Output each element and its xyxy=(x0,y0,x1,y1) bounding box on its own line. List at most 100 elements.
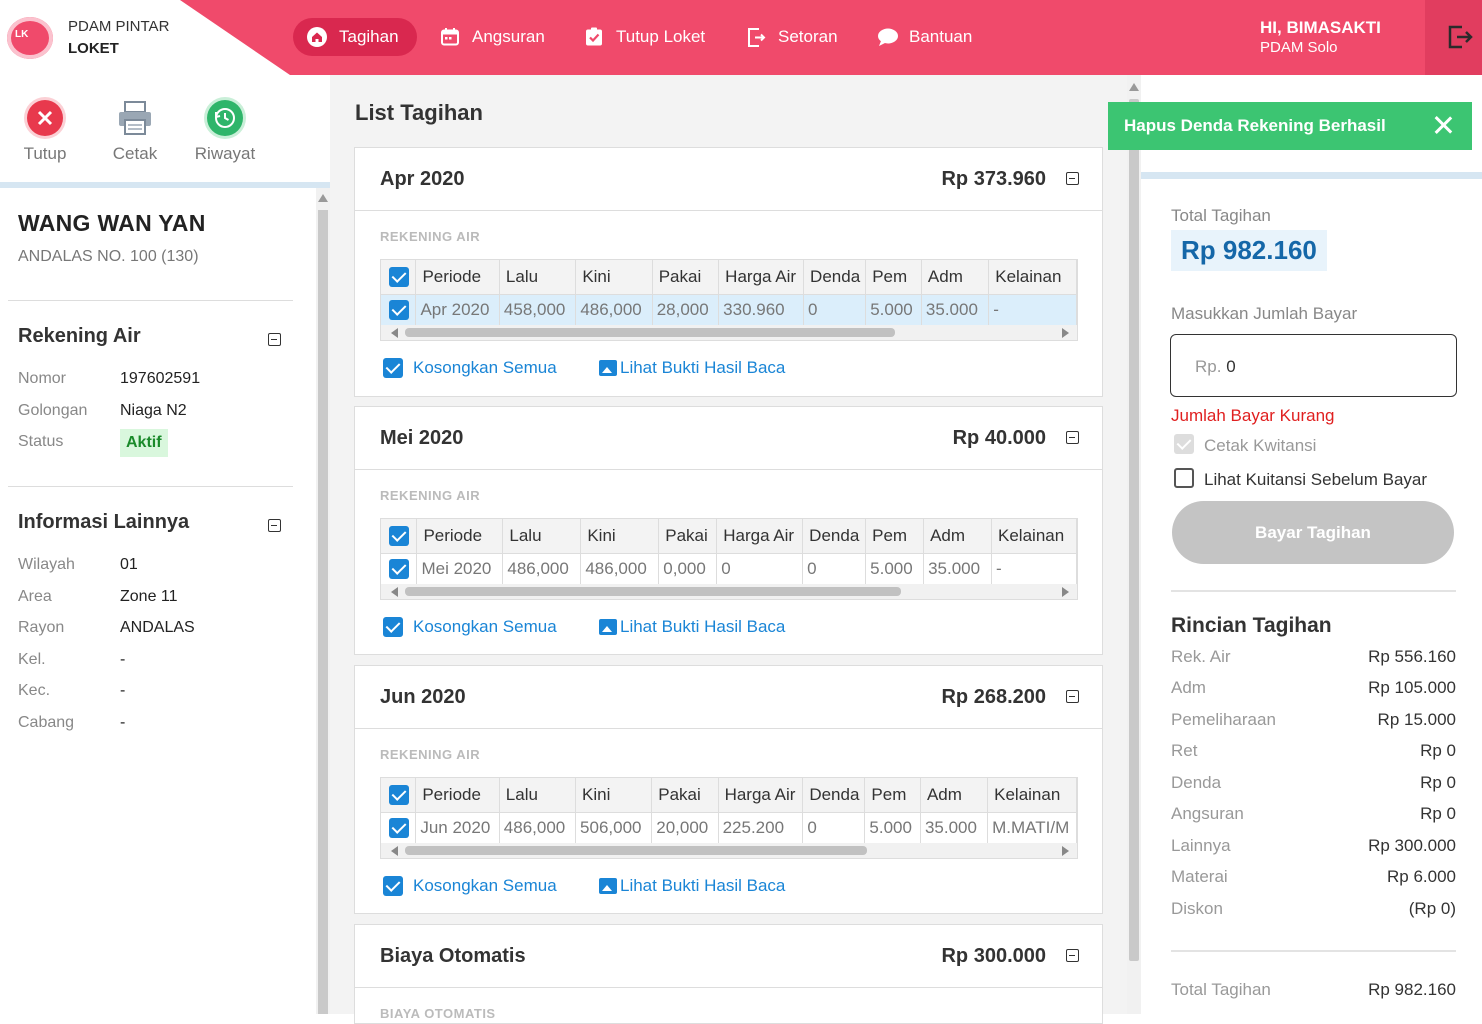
view-proof-link[interactable]: Lihat Bukti Hasil Baca xyxy=(599,358,785,378)
col-pem: Pem xyxy=(864,778,921,813)
label-area: Area xyxy=(18,588,52,605)
cell-periode: Apr 2020 xyxy=(415,294,500,325)
label-nomor: Nomor xyxy=(18,370,67,387)
row-checkbox[interactable] xyxy=(381,812,417,843)
table-row[interactable]: Mei 2020 486,000 486,000 0,000 0 0 5.000… xyxy=(381,553,1077,584)
col-pem: Pem xyxy=(865,260,922,295)
view-proof-label: Lihat Bukti Hasil Baca xyxy=(620,617,786,636)
view-proof-link[interactable]: Lihat Bukti Hasil Baca xyxy=(599,617,785,637)
bill-card-mei-2020: Mei 2020 Rp 40.000 REKENING AIR Periode … xyxy=(354,406,1103,655)
detail-label-denda: Denda xyxy=(1171,773,1222,792)
logout-button[interactable] xyxy=(1425,0,1482,75)
cell-denda: 0 xyxy=(803,294,867,325)
cell-periode: Mei 2020 xyxy=(416,553,504,584)
col-kini: Kini xyxy=(575,778,653,813)
total-amount: Rp 982.160 xyxy=(1171,230,1327,271)
cell-adm: 35.000 xyxy=(921,294,990,325)
clear-all-checkbox[interactable]: Kosongkan Semua xyxy=(383,876,557,896)
pay-amount-input[interactable]: Rp. 0 xyxy=(1170,334,1457,397)
table-hscrollbar[interactable] xyxy=(381,843,1077,858)
tab-bantuan[interactable]: Bantuan xyxy=(877,18,972,56)
clear-all-checkbox[interactable]: Kosongkan Semua xyxy=(383,358,557,378)
main-scroll-thumb[interactable] xyxy=(1129,99,1139,961)
print-button[interactable]: Cetak xyxy=(108,100,162,164)
table-hscrollbar[interactable] xyxy=(381,584,1077,599)
table-hscrollbar[interactable] xyxy=(381,325,1077,340)
label-rayon: Rayon xyxy=(18,619,65,636)
print-receipt-checkbox[interactable] xyxy=(1174,434,1194,454)
detail-label-lainnya: Lainnya xyxy=(1171,836,1231,855)
section-sublabel: REKENING AIR xyxy=(380,747,481,762)
row-checkbox[interactable] xyxy=(381,294,417,325)
tab-tagihan[interactable]: Tagihan xyxy=(293,18,417,56)
col-harga-air: Harga Air xyxy=(718,260,805,295)
divider xyxy=(1171,950,1456,952)
col-adm: Adm xyxy=(921,260,990,295)
bill-period: Jun 2020 xyxy=(380,686,466,708)
page-title: List Tagihan xyxy=(355,100,483,125)
divider xyxy=(1171,590,1456,592)
collapse-card-icon[interactable] xyxy=(1066,431,1079,444)
scroll-up-arrow[interactable] xyxy=(1129,83,1139,91)
cell-pem: 5.000 xyxy=(864,812,921,843)
clear-all-label: Kosongkan Semua xyxy=(413,358,557,377)
label-cabang: Cabang xyxy=(18,714,75,731)
col-kini: Kini xyxy=(580,519,660,554)
divider xyxy=(8,300,293,301)
pay-bill-button[interactable]: Bayar Tagihan xyxy=(1172,501,1454,564)
history-button[interactable]: Riwayat xyxy=(194,100,256,164)
scroll-up-arrow[interactable] xyxy=(318,194,328,202)
close-label: Tutup xyxy=(23,144,67,163)
cell-lalu: 458,000 xyxy=(499,294,577,325)
bill-table: Periode Lalu Kini Pakai Harga Air Denda … xyxy=(380,259,1078,341)
clear-all-checkbox[interactable]: Kosongkan Semua xyxy=(383,617,557,637)
logo-text: LK xyxy=(15,29,29,40)
value-cabang: - xyxy=(120,714,126,731)
table-row[interactable]: Jun 2020 486,000 506,000 20,000 225.200 … xyxy=(381,812,1077,843)
details-title: Rincian Tagihan xyxy=(1171,614,1332,637)
bill-period: Biaya Otomatis xyxy=(380,945,526,967)
row-checkbox[interactable] xyxy=(381,553,418,584)
label-golongan: Golongan xyxy=(18,402,88,419)
select-all-checkbox[interactable] xyxy=(381,778,417,813)
tab-setoran[interactable]: Setoran xyxy=(746,18,838,56)
main-scrollbar[interactable] xyxy=(1127,75,1141,1014)
home-icon xyxy=(307,27,327,47)
view-proof-label: Lihat Bukti Hasil Baca xyxy=(620,876,786,895)
bill-card-header: Apr 2020 Rp 373.960 xyxy=(355,148,1102,211)
sidebar-scroll-thumb[interactable] xyxy=(318,210,328,1014)
collapse-rekening-air-icon[interactable] xyxy=(268,333,281,346)
logout-icon xyxy=(1447,24,1473,55)
value-kel: - xyxy=(120,651,126,668)
select-all-checkbox[interactable] xyxy=(381,519,418,554)
cell-pem: 5.000 xyxy=(865,553,925,584)
close-button[interactable]: Tutup xyxy=(18,100,72,164)
collapse-card-icon[interactable] xyxy=(1066,949,1079,962)
select-all-checkbox[interactable] xyxy=(381,260,417,295)
bill-period: Apr 2020 xyxy=(380,168,465,190)
detail-value-diskon: (Rp 0) xyxy=(1408,899,1456,918)
tab-tutup-loket[interactable]: Tutup Loket xyxy=(584,18,705,56)
collapse-card-icon[interactable] xyxy=(1066,690,1079,703)
collapse-card-icon[interactable] xyxy=(1066,172,1079,185)
detail-label-diskon: Diskon xyxy=(1171,899,1223,918)
view-proof-link[interactable]: Lihat Bukti Hasil Baca xyxy=(599,876,785,896)
sidebar-scrollbar[interactable] xyxy=(316,188,330,1014)
col-denda: Denda xyxy=(802,519,867,554)
value-rayon: ANDALAS xyxy=(120,619,195,636)
cell-harga-air: 0 xyxy=(716,553,804,584)
toast-close-icon[interactable] xyxy=(1432,114,1454,136)
user-org: PDAM Solo xyxy=(1260,39,1338,56)
bill-card-header: Jun 2020 Rp 268.200 xyxy=(355,666,1102,729)
tab-angsuran[interactable]: Angsuran xyxy=(440,18,545,56)
customer-address: ANDALAS NO. 100 (130) xyxy=(18,248,199,265)
col-kelainan: Kelainan xyxy=(988,260,1077,295)
col-pem: Pem xyxy=(865,519,925,554)
collapse-informasi-icon[interactable] xyxy=(268,519,281,532)
value-golongan: Niaga N2 xyxy=(120,402,187,419)
image-icon xyxy=(599,878,617,894)
cell-harga-air: 330.960 xyxy=(718,294,805,325)
preview-receipt-checkbox[interactable] xyxy=(1174,468,1194,488)
bill-amount: Rp 268.200 xyxy=(941,686,1046,708)
table-row[interactable]: Apr 2020 458,000 486,000 28,000 330.960 … xyxy=(381,294,1077,325)
